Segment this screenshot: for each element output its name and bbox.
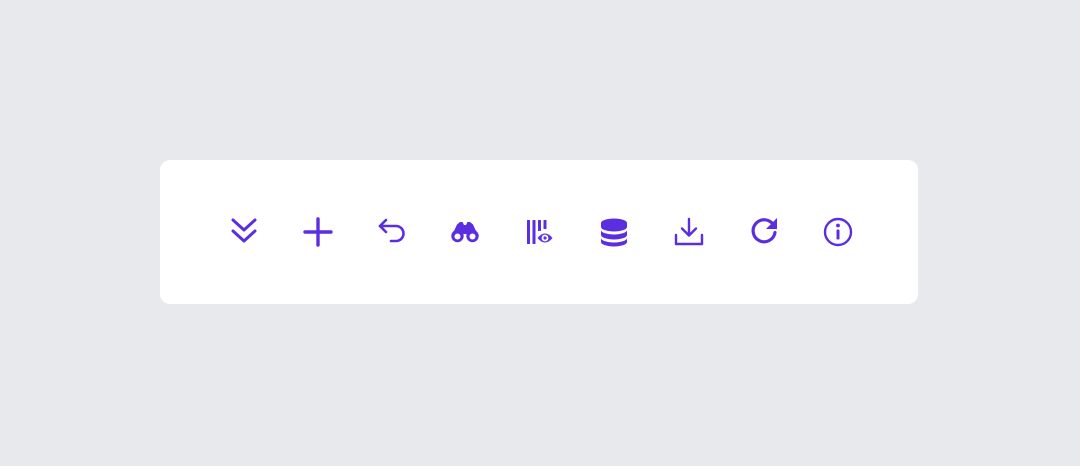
info-button[interactable] bbox=[818, 212, 858, 252]
chevrons-down-icon bbox=[231, 218, 257, 243]
database-icon bbox=[601, 218, 627, 247]
column-visibility-button[interactable] bbox=[519, 212, 559, 252]
plus-icon bbox=[303, 217, 333, 247]
collapse-button[interactable] bbox=[224, 212, 264, 252]
column-visibility-icon bbox=[527, 220, 553, 244]
download-icon bbox=[674, 217, 704, 246]
download-button[interactable] bbox=[669, 212, 709, 252]
refresh-icon bbox=[751, 218, 777, 244]
icon-toolbar bbox=[160, 160, 918, 304]
find-button[interactable] bbox=[445, 212, 485, 252]
info-circle-icon bbox=[823, 217, 853, 247]
add-button[interactable] bbox=[298, 212, 338, 252]
binoculars-icon bbox=[451, 222, 479, 243]
refresh-button[interactable] bbox=[744, 212, 784, 252]
undo-arrow-icon bbox=[378, 218, 405, 243]
undo-button[interactable] bbox=[372, 212, 412, 252]
database-button[interactable] bbox=[594, 212, 634, 252]
